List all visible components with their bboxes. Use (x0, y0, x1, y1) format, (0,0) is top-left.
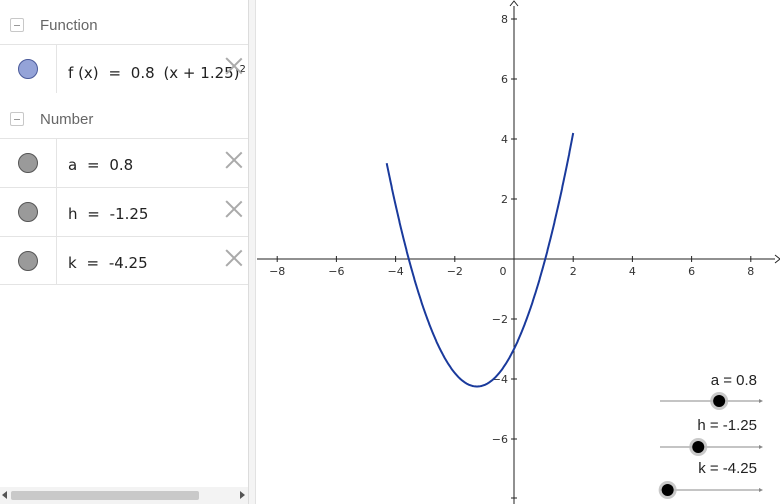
graphics-view[interactable]: −8 −6 −4 −2 0 2 4 6 8 8 6 4 2 −2 −4 −6 a = 0.8 h = -1.2… (257, 0, 780, 504)
collapse-icon[interactable] (10, 18, 24, 32)
x-tick-labels: −8 −6 −4 −2 0 2 4 6 8 (269, 265, 754, 278)
slider-label: k = -4.25 (698, 460, 757, 477)
function-name: f (68, 64, 74, 82)
delete-icon[interactable] (225, 249, 243, 267)
y-tick-label: 2 (501, 193, 508, 206)
number-definition[interactable]: a = 0.8 (68, 156, 133, 174)
y-tick-label: 6 (501, 73, 508, 86)
y-axis-arrow (509, 0, 519, 7)
scrollbar-thumb[interactable] (11, 491, 199, 500)
collapse-icon[interactable] (10, 112, 24, 126)
scroll-left-icon[interactable] (2, 491, 7, 499)
slider-handle[interactable] (661, 484, 674, 496)
x-tick-label: −6 (328, 265, 344, 278)
marble-icon[interactable] (18, 153, 38, 173)
x-tick-label: 2 (570, 265, 577, 278)
x-axis-arrow (774, 254, 780, 264)
number-name: a (68, 156, 78, 174)
algebra-item-a[interactable]: a = 0.8 (0, 138, 248, 187)
visibility-toggle[interactable] (0, 188, 57, 236)
slider-arrow (759, 445, 763, 449)
number-name: k (68, 254, 77, 272)
sliders[interactable]: a = 0.8 h = -1.25 k = -4.25 (658, 372, 763, 499)
delete-icon[interactable] (225, 151, 243, 169)
marble-icon[interactable] (18, 59, 38, 79)
number-definition[interactable]: h = -1.25 (68, 205, 148, 223)
horizontal-scrollbar[interactable] (0, 487, 248, 504)
algebra-item-k[interactable]: k = -4.25 (0, 236, 248, 285)
y-tick-label: 4 (501, 133, 508, 146)
graphics-canvas[interactable]: −8 −6 −4 −2 0 2 4 6 8 8 6 4 2 −2 −4 −6 a = 0.8 h = -1.2… (257, 0, 780, 504)
y-tick-labels: 8642−2−4−6 (492, 13, 508, 446)
equals-sign: = (86, 254, 100, 272)
slider-label: a = 0.8 (711, 372, 757, 389)
function-definition[interactable]: f (x) = 0.8 (x + 1.25)2 - (68, 64, 248, 82)
function-graph-f[interactable] (385, 132, 575, 388)
equals-sign: = (86, 156, 100, 174)
delete-icon[interactable] (225, 200, 243, 218)
x-tick-label: 8 (747, 265, 754, 278)
equals-sign: = (87, 205, 100, 223)
x-tick-label: −4 (387, 265, 403, 278)
y-tick-label: −2 (492, 313, 508, 326)
view-divider[interactable] (249, 0, 256, 504)
group-header-number[interactable]: Number (0, 97, 248, 141)
number-definition[interactable]: k = -4.25 (68, 254, 148, 272)
group-title: Number (40, 110, 94, 128)
x-tick-label: 6 (688, 265, 695, 278)
equals-sign: = (108, 64, 122, 82)
group-title: Function (40, 16, 98, 34)
slider-handle[interactable] (713, 395, 726, 407)
x-tick-label: −2 (447, 265, 463, 278)
visibility-toggle[interactable] (0, 237, 57, 284)
function-arg: (x) (78, 64, 99, 82)
number-value: 0.8 (109, 156, 134, 174)
x-tick-label: −8 (269, 265, 285, 278)
x-tick-label: 0 (500, 265, 507, 278)
coefficient: 0.8 (130, 64, 155, 82)
visibility-toggle[interactable] (0, 139, 57, 187)
number-value: -4.25 (108, 254, 148, 272)
delete-icon[interactable] (225, 57, 243, 75)
y-tick-label: 8 (501, 13, 508, 26)
slider-arrow (759, 399, 763, 403)
algebra-item-h[interactable]: h = -1.25 (0, 187, 248, 236)
slider-arrow (759, 488, 763, 492)
algebra-item-function[interactable]: f (x) = 0.8 (x + 1.25)2 - (0, 44, 248, 93)
marble-icon[interactable] (18, 202, 38, 222)
group-header-function[interactable]: Function (0, 3, 248, 47)
x-tick-label: 4 (629, 265, 636, 278)
y-tick-label: −6 (492, 433, 508, 446)
visibility-toggle[interactable] (0, 45, 57, 93)
scroll-right-icon[interactable] (240, 491, 245, 499)
marble-icon[interactable] (18, 250, 38, 271)
algebra-view: Function f (x) = 0.8 (x + 1.25)2 - Numbe… (0, 0, 249, 504)
slider-handle[interactable] (692, 441, 705, 453)
number-name: h (68, 205, 78, 223)
slider-label: h = -1.25 (697, 417, 757, 434)
number-value: -1.25 (109, 205, 149, 223)
